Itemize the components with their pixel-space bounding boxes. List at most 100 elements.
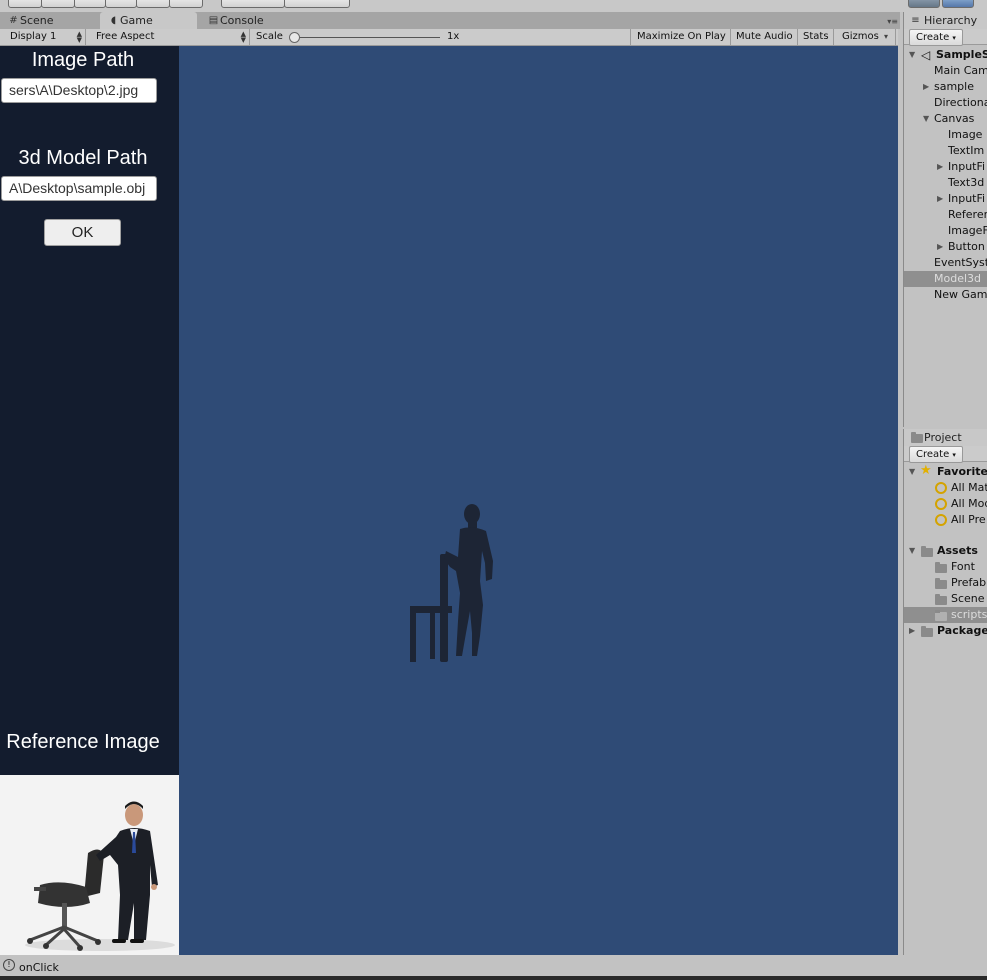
tab-game-label: Game — [120, 14, 153, 27]
mute-audio-toggle[interactable]: Mute Audio — [731, 29, 798, 45]
favorites-row[interactable]: ▼ ★ Favorite — [904, 464, 987, 480]
hierarchy-item[interactable]: Text3d — [904, 175, 987, 191]
asset-folder[interactable]: Scene — [904, 591, 987, 607]
star-icon: ★ — [920, 464, 932, 478]
project-create-button[interactable]: Create ▾ — [909, 446, 963, 463]
rotate-tool-button[interactable] — [74, 0, 106, 8]
assets-row[interactable]: ▼ Assets — [904, 543, 987, 559]
collab-button[interactable] — [908, 0, 940, 8]
maximize-on-play-toggle[interactable]: Maximize On Play — [632, 29, 731, 45]
asset-folder[interactable]: Prefab — [904, 575, 987, 591]
hierarchy-item[interactable]: TextIm — [904, 143, 987, 159]
status-message: onClick — [19, 961, 59, 974]
scale-tool-button[interactable] — [105, 0, 137, 8]
asset-folder[interactable]: Font — [904, 559, 987, 575]
asset-folder-label: Font — [951, 560, 975, 573]
move-tool-button[interactable] — [41, 0, 75, 8]
image-path-label: Image Path — [31, 49, 135, 71]
hierarchy-title: Hierarchy — [924, 14, 978, 27]
panel-menu-icon[interactable]: ▾≡ — [887, 17, 898, 26]
hierarchy-item[interactable]: Main Cam — [904, 63, 987, 79]
gizmos-dropdown[interactable]: Gizmos ▾ — [837, 29, 896, 45]
spinner-icon: ▲ ▼ — [240, 30, 246, 44]
model-path-input[interactable]: A\Desktop\sample.obj — [1, 176, 157, 201]
collapsed-arrow-icon: ▶ — [937, 194, 944, 203]
hierarchy-item[interactable]: ImageF — [904, 223, 987, 239]
expand-arrow-icon: ▼ — [923, 114, 930, 123]
hand-tool-button[interactable] — [8, 0, 42, 8]
scale-slider-thumb[interactable] — [289, 32, 300, 43]
hierarchy-item-label: Main Cam — [934, 64, 987, 77]
tab-scene[interactable]: # Scene — [0, 12, 98, 29]
tab-console[interactable]: ▤ Console — [200, 12, 300, 29]
pacman-icon: ◖ — [110, 15, 117, 26]
hierarchy-item[interactable]: Directiona — [904, 95, 987, 111]
scale-value: 1x — [447, 31, 460, 42]
ok-button[interactable]: OK — [44, 219, 121, 246]
folder-icon — [935, 594, 947, 605]
favorite-item[interactable]: All Pre — [904, 512, 987, 528]
scene-name: SampleS — [936, 48, 987, 61]
transform-tool-button[interactable] — [169, 0, 203, 8]
hierarchy-item[interactable]: EventSyst — [904, 255, 987, 271]
tab-project[interactable]: Project — [904, 429, 987, 446]
hierarchy-item[interactable]: ▶ Button — [904, 239, 987, 255]
chevron-down-icon: ▾ — [952, 34, 956, 42]
tab-scene-label: Scene — [20, 14, 54, 27]
hierarchy-item[interactable]: Image — [904, 127, 987, 143]
hierarchy-item-selected[interactable]: Model3d — [904, 271, 987, 287]
pivot-toggle[interactable] — [221, 0, 285, 8]
hierarchy-item-label: InputFi — [948, 192, 986, 205]
folder-icon — [921, 626, 933, 637]
hierarchy-item[interactable]: ▶ sample — [904, 79, 987, 95]
project-header: Project — [904, 429, 987, 446]
global-toggle[interactable] — [284, 0, 350, 8]
rect-tool-button[interactable] — [136, 0, 170, 8]
tab-hierarchy[interactable]: ≡ Hierarchy — [904, 12, 987, 29]
hierarchy-item[interactable]: Referen — [904, 207, 987, 223]
favorite-item[interactable]: All Mod — [904, 496, 987, 512]
tab-game[interactable]: ◖ Game — [100, 12, 197, 29]
cloud-button[interactable] — [942, 0, 974, 8]
hierarchy-create-button[interactable]: Create ▾ — [909, 29, 963, 46]
hierarchy-item[interactable]: New Gam — [904, 287, 987, 303]
list-icon: ≡ — [911, 15, 920, 26]
favorite-item-label: All Mat — [951, 481, 987, 494]
project-title: Project — [924, 431, 962, 444]
folder-icon — [935, 562, 947, 573]
packages-row[interactable]: ▶ Package — [904, 623, 987, 639]
reference-image — [0, 775, 179, 955]
gizmos-label: Gizmos — [842, 31, 879, 42]
scale-slider-track[interactable] — [295, 37, 440, 38]
scene-root-row[interactable]: ▼ ◁ SampleS — [904, 47, 987, 63]
hierarchy-item-label: Button — [948, 240, 985, 253]
hierarchy-item[interactable]: ▼ Canvas — [904, 111, 987, 127]
maximize-label: Maximize On Play — [637, 31, 726, 42]
hierarchy-item[interactable]: ▶ InputFi — [904, 159, 987, 175]
project-toolbar: Create ▾ — [904, 446, 987, 463]
image-path-input[interactable]: sers\A\Desktop\2.jpg — [1, 78, 157, 103]
hierarchy-item-label: InputFi — [948, 160, 986, 173]
main-toolbar — [0, 0, 987, 12]
chevron-down-icon: ▾ — [884, 32, 889, 41]
display-dropdown[interactable]: Display 1 ▲ ▼ — [5, 29, 86, 45]
aspect-dropdown[interactable]: Free Aspect ▲ ▼ — [91, 29, 250, 45]
collapsed-arrow-icon: ▶ — [909, 626, 916, 635]
taskbar-strip — [0, 976, 987, 980]
asset-folder-label: Scene — [951, 592, 985, 605]
search-icon — [935, 514, 947, 526]
stats-toggle[interactable]: Stats — [798, 29, 834, 45]
expand-arrow-icon: ▼ — [909, 467, 916, 476]
favorite-item[interactable]: All Mat — [904, 480, 987, 496]
mute-label: Mute Audio — [736, 31, 793, 42]
grid-icon: # — [9, 15, 18, 26]
create-label: Create — [916, 32, 950, 43]
hierarchy-item-label: TextIm — [948, 144, 985, 157]
hierarchy-item[interactable]: ▶ InputFi — [904, 191, 987, 207]
model-path-label: 3d Model Path — [18, 147, 148, 169]
hierarchy-item-label: Text3d — [948, 176, 985, 189]
packages-label: Package — [937, 624, 987, 637]
asset-folder-selected[interactable]: scripts — [904, 607, 987, 623]
console-icon: ▤ — [208, 15, 219, 26]
expand-arrow-icon: ▼ — [909, 546, 916, 555]
